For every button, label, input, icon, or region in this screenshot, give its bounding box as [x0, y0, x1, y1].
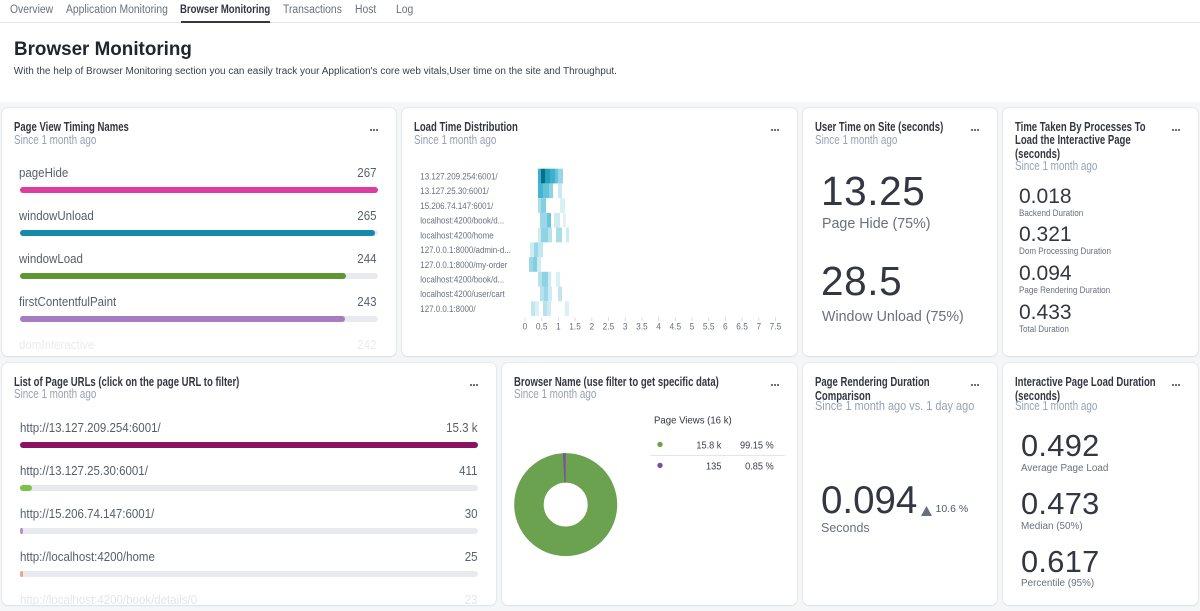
- svg-text:6.5: 6.5: [736, 321, 748, 332]
- svg-text:0: 0: [523, 321, 528, 332]
- svg-text:4.5: 4.5: [669, 321, 681, 332]
- svg-text:localhost:4200/book/d...: localhost:4200/book/d...: [420, 214, 504, 225]
- svg-text:127.0.0.1:8000/admin-d...: 127.0.0.1:8000/admin-d...: [420, 244, 511, 255]
- svg-text:5.5: 5.5: [703, 321, 715, 332]
- svg-text:5: 5: [690, 321, 695, 332]
- svg-text:15.8 k: 15.8 k: [696, 440, 721, 451]
- svg-text:1: 1: [556, 321, 561, 332]
- svg-text:7.5: 7.5: [770, 321, 782, 332]
- svg-text:135: 135: [706, 461, 721, 472]
- svg-text:localhost:4200/home: localhost:4200/home: [420, 229, 493, 240]
- svg-text:99.15 %: 99.15 %: [740, 440, 774, 451]
- svg-text:13.127.209.254:6001/: 13.127.209.254:6001/: [420, 170, 498, 181]
- svg-text:3: 3: [623, 321, 628, 332]
- svg-text:7: 7: [756, 321, 761, 332]
- svg-text:127.0.0.1:8000/my-order: 127.0.0.1:8000/my-order: [420, 259, 507, 270]
- svg-text:15.206.74.147:6001/: 15.206.74.147:6001/: [420, 200, 493, 211]
- svg-text:2.5: 2.5: [603, 321, 615, 332]
- svg-text:2: 2: [589, 321, 594, 332]
- svg-text:6: 6: [723, 321, 728, 332]
- svg-text:0.85 %: 0.85 %: [745, 461, 774, 472]
- svg-text:Page Views (16 k): Page Views (16 k): [654, 416, 732, 427]
- svg-text:13.127.25.30:6001/: 13.127.25.30:6001/: [420, 185, 489, 196]
- svg-text:4: 4: [656, 321, 661, 332]
- svg-text:localhost:4200/book/d...: localhost:4200/book/d...: [420, 273, 504, 284]
- svg-text:3.5: 3.5: [636, 321, 648, 332]
- svg-text:1.5: 1.5: [569, 321, 581, 332]
- svg-text:127.0.0.1:8000/: 127.0.0.1:8000/: [420, 303, 476, 314]
- svg-text:0.5: 0.5: [536, 321, 548, 332]
- svg-text:localhost:4200/user/cart: localhost:4200/user/cart: [420, 288, 505, 299]
